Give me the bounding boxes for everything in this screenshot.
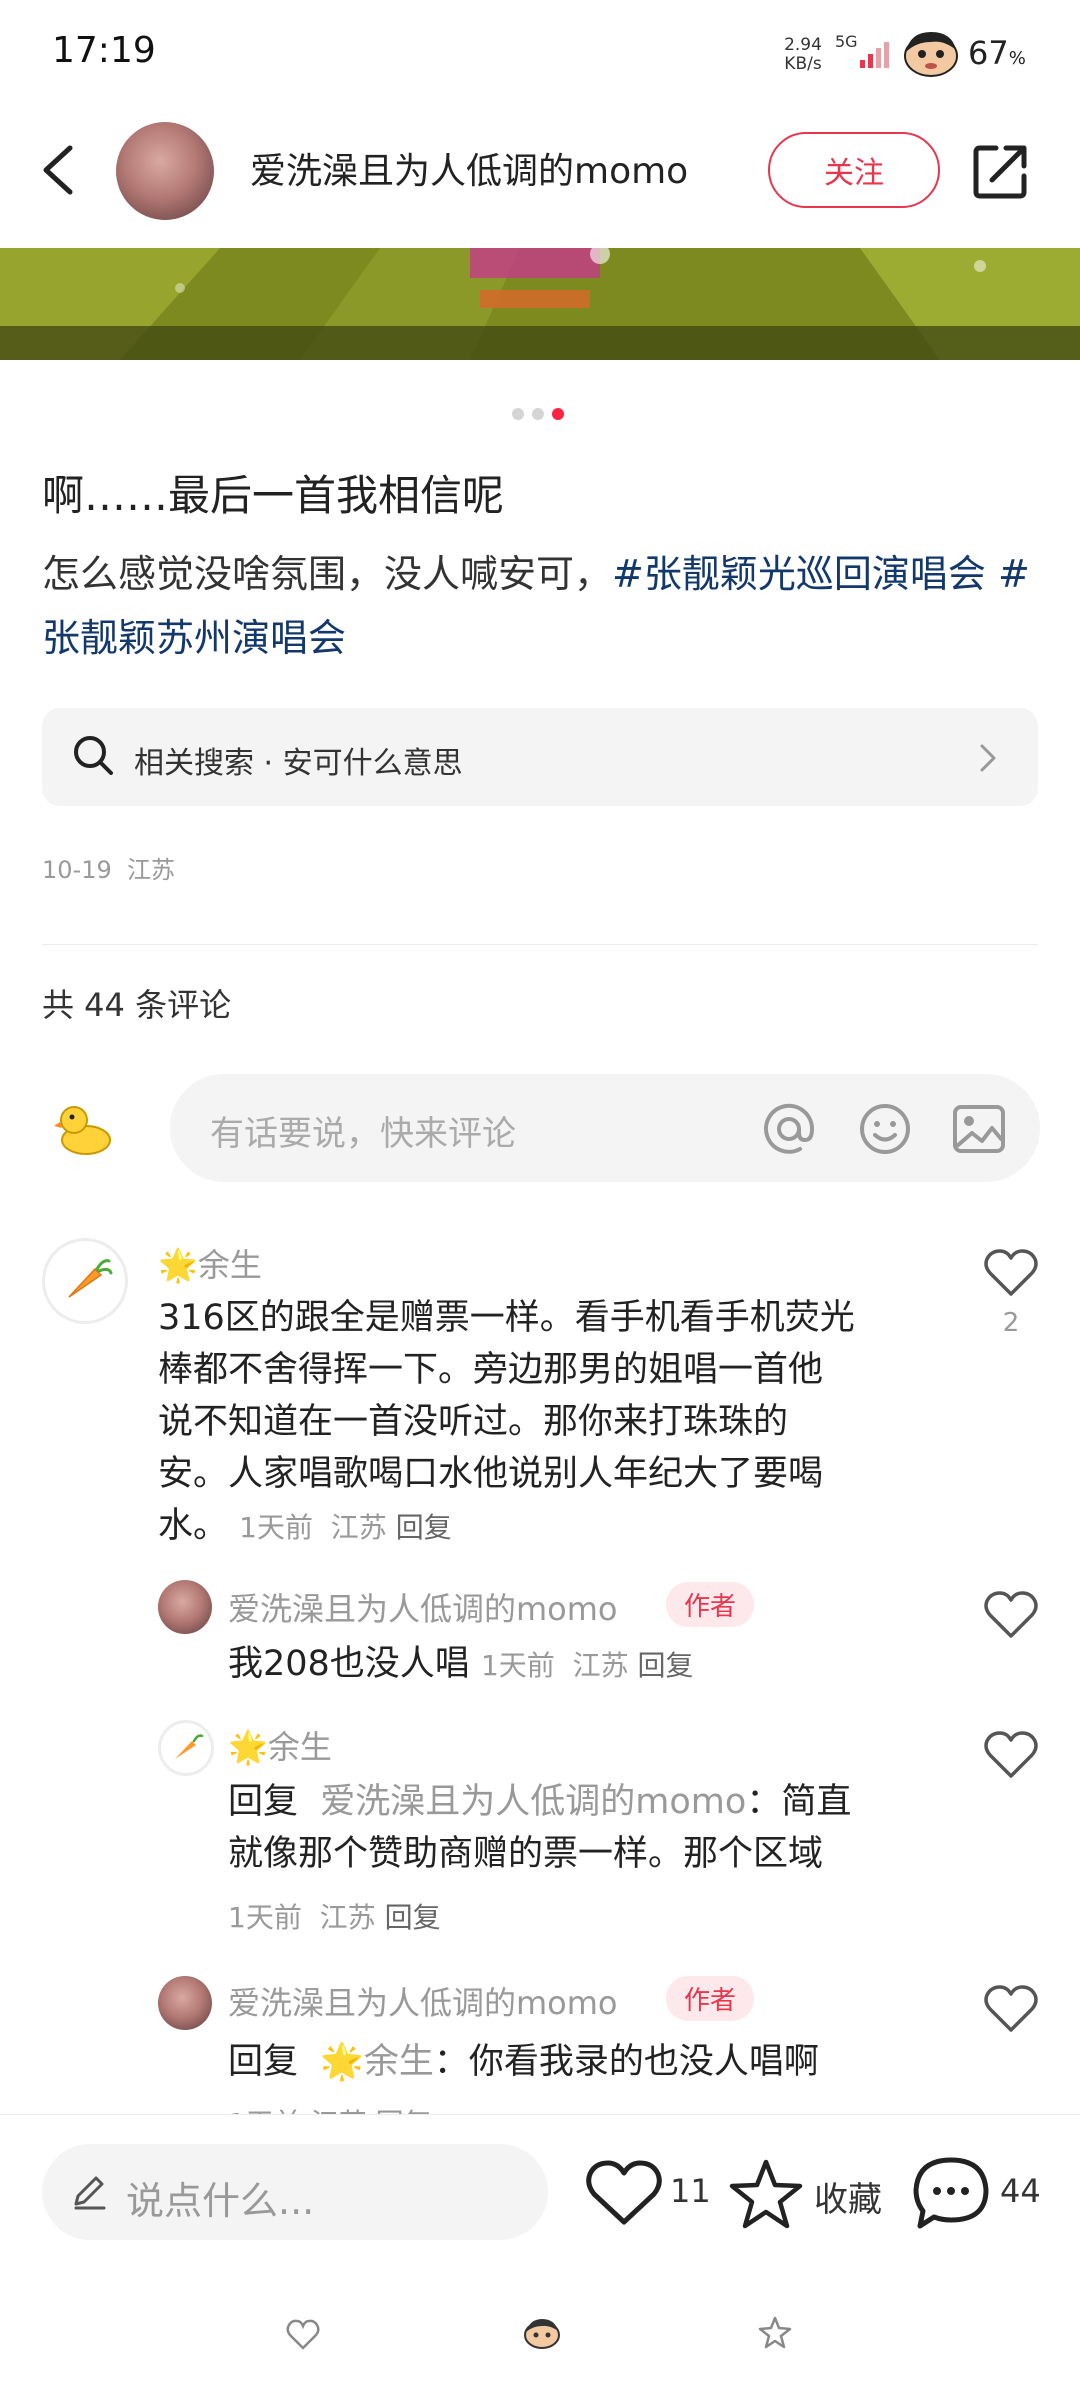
carousel-dot (512, 408, 524, 420)
star-nav-icon[interactable] (758, 2316, 792, 2350)
emoji-icon[interactable] (856, 1100, 914, 1158)
user-avatar-duck-icon (54, 1106, 111, 1155)
post-location: 江苏 (127, 856, 176, 884)
status-time: 17:19 (52, 30, 156, 71)
reply-avatar[interactable] (158, 1580, 212, 1634)
follow-button[interactable]: 关注 (768, 132, 940, 208)
divider (42, 944, 1038, 945)
search-icon (74, 736, 113, 775)
author-tag: 作者 (666, 1976, 755, 2021)
reply-link[interactable]: 回复 (638, 1649, 694, 1682)
related-search-text[interactable]: 相关搜索 · 安可什么意思 (134, 738, 463, 782)
reply-username[interactable]: 🌟余生 (228, 1722, 332, 1768)
share-icon[interactable] (970, 140, 1032, 202)
comment-total-count: 44 (1000, 2172, 1041, 2210)
heart-icon[interactable] (984, 1590, 1038, 1640)
concert-photo (0, 248, 1080, 360)
battery-level: 67% (968, 34, 1026, 72)
reply-text: 回复 爱洗澡且为人低调的momo：简直 就像那个赞助商赠的票一样。那个区域 (228, 1782, 852, 1874)
author-avatar[interactable] (116, 122, 214, 220)
reply-meta: 1天前 江苏 回复 (480, 1649, 694, 1682)
reply-meta: 1天前 江苏 回复 (228, 1901, 441, 1934)
author-name[interactable]: 爱洗澡且为人低调的momo (250, 142, 688, 194)
star-icon[interactable] (728, 2158, 804, 2230)
reply-link[interactable]: 回复 (385, 1901, 441, 1934)
comment-username[interactable]: 🌟余生 (158, 1240, 262, 1286)
chevron-right-icon (980, 744, 996, 772)
carousel-dot (532, 408, 544, 420)
image-icon[interactable] (950, 1100, 1008, 1158)
comment-bubble-icon[interactable] (912, 2156, 990, 2230)
collect-button[interactable]: 收藏 (814, 2172, 882, 2221)
heart-icon[interactable] (984, 1248, 1038, 1298)
heart-nav-icon[interactable] (286, 2318, 320, 2352)
comment-meta: 1天前 江苏 回复 (239, 1511, 452, 1544)
commenter-avatar-carrot-icon[interactable] (42, 1238, 128, 1324)
reply-avatar[interactable] (158, 1976, 212, 2030)
say-something-placeholder[interactable]: 说点什么... (126, 2170, 314, 2225)
post-title: 啊……最后一首我相信呢 (42, 471, 505, 520)
like-count: 11 (670, 2172, 711, 2210)
comment-count: 共 44 条评论 (42, 986, 232, 1024)
mascot-nav-icon[interactable] (522, 2316, 562, 2350)
heart-icon[interactable] (984, 1984, 1038, 2034)
reply-link[interactable]: 回复 (396, 1511, 452, 1544)
heart-icon[interactable] (984, 1730, 1038, 1780)
back-icon[interactable] (34, 140, 84, 200)
comment-like-count: 2 (1002, 1308, 1020, 1338)
carousel-dot-active (552, 408, 564, 420)
like-heart-icon[interactable] (586, 2160, 662, 2228)
comment-text: 316区的跟全是赠票一样。看手机看手机荧光 棒都不舍得挥一下。旁边那男的姐唱一首… (158, 1298, 855, 1546)
reply-text: 回复 🌟余生：你看我录的也没人唱啊 (228, 2042, 819, 2082)
carousel-indicator (512, 408, 564, 422)
hashtag-link[interactable]: #张靓颖光巡回演唱会 (612, 552, 986, 596)
mention-icon[interactable] (760, 1100, 818, 1158)
post-image[interactable] (0, 248, 1080, 360)
reply-username[interactable]: 爱洗澡且为人低调的momo (228, 1978, 618, 2024)
post-meta: 10-19 江苏 (42, 850, 175, 885)
reply-avatar-carrot-icon[interactable] (158, 1720, 214, 1776)
reply-target-user[interactable]: 爱洗澡且为人低调的momo (320, 1782, 746, 1822)
post-body-text: 怎么感觉没啥氛围，没人喊安可， (42, 552, 613, 596)
status-bar: 17:19 2.94 KB/s 5G 67% (0, 0, 1080, 110)
network-type: 5G (835, 32, 858, 51)
signal-icon (860, 42, 889, 68)
network-speed: 2.94 KB/s (784, 35, 822, 74)
post-date: 10-19 (42, 856, 112, 884)
comment-input-placeholder[interactable]: 有话要说，快来评论 (210, 1106, 516, 1155)
post-body: 怎么感觉没啥氛围，没人喊安可，#张靓颖光巡回演唱会 #张靓颖苏州演唱会 (42, 542, 1042, 670)
author-tag: 作者 (666, 1582, 755, 1627)
reply-username[interactable]: 爱洗澡且为人低调的momo (228, 1584, 618, 1630)
mascot-icon (904, 32, 958, 77)
reply-text: 我208也没人唱 1天前 江苏 回复 (228, 1644, 694, 1684)
reply-target-user[interactable]: 🌟余生 (320, 2042, 434, 2082)
pencil-icon (74, 2176, 106, 2210)
